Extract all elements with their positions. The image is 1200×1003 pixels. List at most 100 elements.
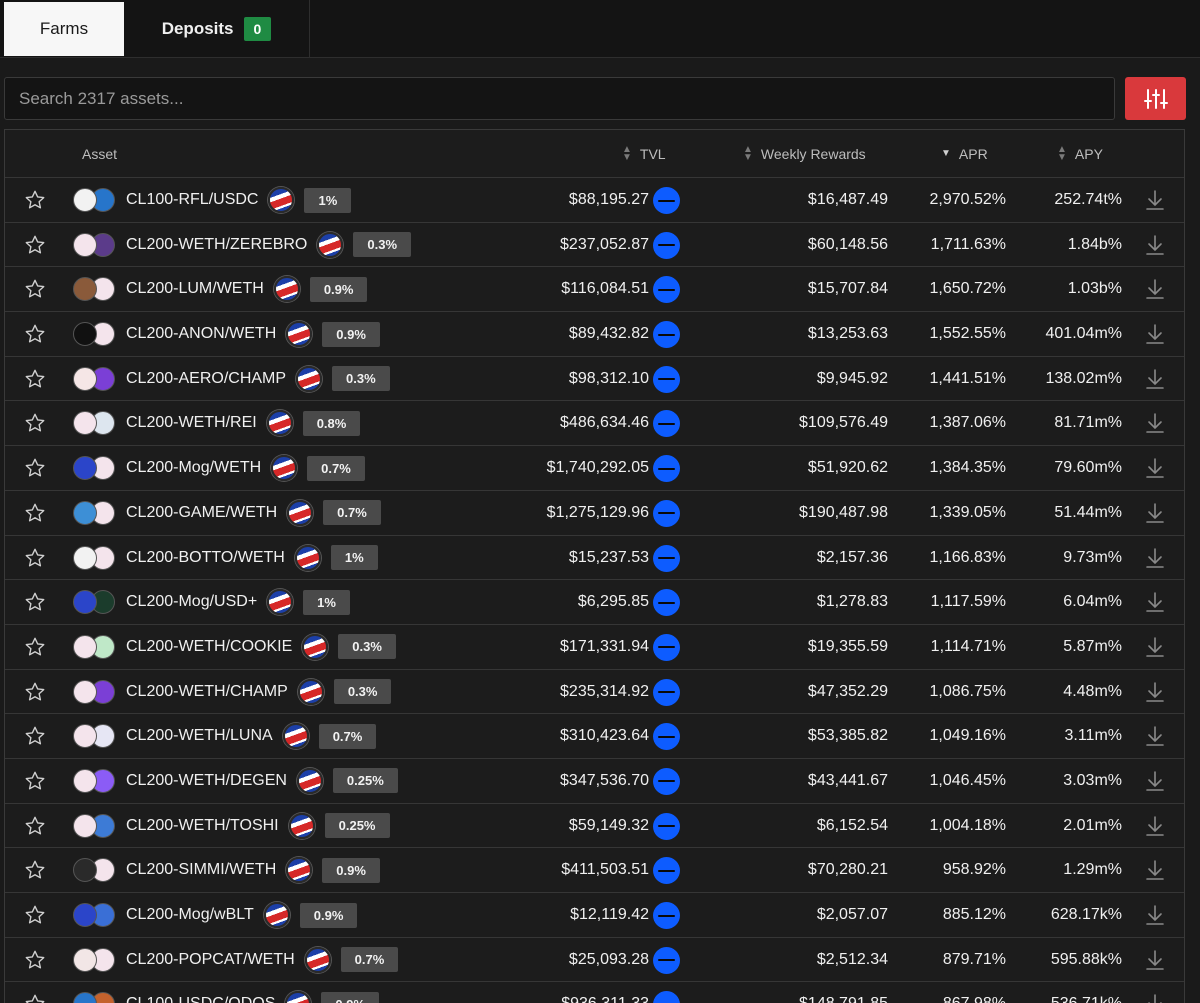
favorite-star-icon[interactable] [23,893,47,937]
token-pair-icons [73,357,123,401]
column-tvl[interactable]: ▲ ▼ TVL [622,130,666,178]
search-input[interactable] [4,77,1115,120]
table-row[interactable]: CL200-WETH/DEGEN 0.25% $347,536.70 $43,4… [5,759,1184,804]
favorite-star-icon[interactable] [23,357,47,401]
favorite-star-icon[interactable] [23,982,47,1003]
column-weekly-rewards[interactable]: ▲ ▼ Weekly Rewards [743,130,866,178]
download-icon[interactable] [1143,804,1167,848]
download-icon[interactable] [1143,491,1167,535]
table-row[interactable]: CL200-Mog/USD+ 1% $6,295.85 $1,278.83 1,… [5,580,1184,625]
favorite-star-icon[interactable] [23,759,47,803]
token-pair-icons [73,312,123,356]
weekly-rewards-value: $9,945.92 [816,369,888,387]
download-icon[interactable] [1143,446,1167,490]
table-row[interactable]: CL200-LUM/WETH 0.9% $116,084.51 $15,707.… [5,267,1184,313]
asset-cell[interactable]: CL200-WETH/REI 0.8% [126,401,361,445]
download-icon[interactable] [1143,982,1167,1003]
download-icon[interactable] [1143,223,1167,267]
table-row[interactable]: CL200-Mog/WETH 0.7% $1,740,292.05 $51,92… [5,446,1184,491]
asset-cell[interactable]: CL200-Mog/wBLT 0.9% [126,893,358,937]
favorite-star-icon[interactable] [23,848,47,892]
favorite-star-icon[interactable] [23,536,47,580]
table-row[interactable]: CL200-ANON/WETH 0.9% $89,432.82 $13,253.… [5,312,1184,357]
asset-cell[interactable]: CL200-LUM/WETH 0.9% [126,267,368,311]
column-weekly-rewards-label: Weekly Rewards [760,146,866,162]
asset-cell[interactable]: CL200-SIMMI/WETH 0.9% [126,848,380,892]
table-row[interactable]: CL200-POPCAT/WETH 0.7% $25,093.28 $2,512… [5,938,1184,983]
favorite-star-icon[interactable] [23,714,47,758]
download-icon[interactable] [1143,178,1167,222]
asset-cell[interactable]: CL100-RFL/USDC 1% [126,178,352,222]
asset-cell[interactable]: CL200-WETH/DEGEN 0.25% [126,759,398,803]
download-icon[interactable] [1143,267,1167,311]
table-row[interactable]: CL200-Mog/wBLT 0.9% $12,119.42 $2,057.07… [5,893,1184,938]
download-icon[interactable] [1143,938,1167,982]
favorite-star-icon[interactable] [23,938,47,982]
table-row[interactable]: CL100-USDC/ODOS 0.9% $936,311.33 $148,79… [5,982,1184,1003]
favorite-star-icon[interactable] [23,625,47,669]
tvl-value: $116,084.51 [561,280,649,298]
table-row[interactable]: CL200-AERO/CHAMP 0.3% $98,312.10 $9,945.… [5,357,1184,402]
download-icon[interactable] [1143,312,1167,356]
tvl-token-icon [653,499,680,527]
column-apy[interactable]: ▲ ▼ APY [1057,130,1103,178]
asset-cell[interactable]: CL200-ANON/WETH 0.9% [126,312,380,356]
favorite-star-icon[interactable] [23,670,47,714]
table-row[interactable]: CL200-WETH/REI 0.8% $486,634.46 $109,576… [5,401,1184,447]
asset-cell[interactable]: CL200-GAME/WETH 0.7% [126,491,381,535]
download-icon[interactable] [1143,625,1167,669]
favorite-star-icon[interactable] [23,178,47,222]
table-row[interactable]: CL200-WETH/ZEREBRO 0.3% $237,052.87 $60,… [5,223,1184,268]
asset-cell[interactable]: CL200-BOTTO/WETH 1% [126,536,378,580]
favorite-star-icon[interactable] [23,401,47,445]
apr-value: 1,441.51% [929,369,1006,387]
token-pair-icons [73,491,123,535]
table-row[interactable]: CL200-SIMMI/WETH 0.9% $411,503.51 $70,28… [5,848,1184,893]
table-row[interactable]: CL200-GAME/WETH 0.7% $1,275,129.96 $190,… [5,491,1184,536]
download-icon[interactable] [1143,759,1167,803]
download-icon[interactable] [1143,848,1167,892]
tab-farms[interactable]: Farms [4,2,124,56]
apr-value: 958.92% [942,861,1006,879]
favorite-star-icon[interactable] [23,446,47,490]
favorite-star-icon[interactable] [23,491,47,535]
asset-cell[interactable]: CL200-WETH/COOKIE 0.3% [126,625,396,669]
favorite-star-icon[interactable] [23,804,47,848]
column-apr[interactable]: ▼ APR [941,130,988,178]
table-row[interactable]: CL200-BOTTO/WETH 1% $15,237.53 $2,157.36… [5,536,1184,581]
download-icon[interactable] [1143,357,1167,401]
favorite-star-icon[interactable] [23,223,47,267]
asset-name: CL200-Mog/USD+ [126,593,258,611]
sort-icon: ▲ ▼ [743,144,753,163]
table-row[interactable]: CL200-WETH/LUNA 0.7% $310,423.64 $53,385… [5,714,1184,759]
favorite-star-icon[interactable] [23,580,47,624]
table-row[interactable]: CL200-WETH/COOKIE 0.3% $171,331.94 $19,3… [5,625,1184,670]
table-row[interactable]: CL100-RFL/USDC 1% $88,195.27 $16,487.49 … [5,178,1184,223]
asset-cell[interactable]: CL200-WETH/ZEREBRO 0.3% [126,223,412,267]
download-icon[interactable] [1143,893,1167,937]
download-icon[interactable] [1143,670,1167,714]
favorite-star-icon[interactable] [23,312,47,356]
apy-value: 628.17k% [1050,906,1122,923]
table-row[interactable]: CL200-WETH/CHAMP 0.3% $235,314.92 $47,35… [5,670,1184,715]
download-icon[interactable] [1143,401,1167,445]
asset-cell[interactable]: CL200-Mog/WETH 0.7% [126,446,365,490]
token-pair-icons [73,893,123,937]
filter-button[interactable] [1125,77,1186,120]
download-icon[interactable] [1143,536,1167,580]
asset-cell[interactable]: CL100-USDC/ODOS 0.9% [126,982,380,1003]
asset-cell[interactable]: CL200-POPCAT/WETH 0.7% [126,938,399,982]
favorite-star-icon[interactable] [23,267,47,311]
tab-deposits[interactable]: Deposits 0 [124,0,310,58]
asset-cell[interactable]: CL200-AERO/CHAMP 0.3% [126,357,390,401]
download-icon[interactable] [1143,580,1167,624]
asset-cell[interactable]: CL200-WETH/CHAMP 0.3% [126,670,392,714]
asset-cell[interactable]: CL200-WETH/TOSHI 0.25% [126,804,390,848]
chain-flag-icon [271,455,298,482]
table-row[interactable]: CL200-WETH/TOSHI 0.25% $59,149.32 $6,152… [5,804,1184,849]
asset-cell[interactable]: CL200-Mog/USD+ 1% [126,580,350,624]
download-icon[interactable] [1143,714,1167,758]
apy-value: 1.84b% [1067,235,1122,253]
chain-flag-icon [285,991,312,1003]
asset-cell[interactable]: CL200-WETH/LUNA 0.7% [126,714,377,758]
